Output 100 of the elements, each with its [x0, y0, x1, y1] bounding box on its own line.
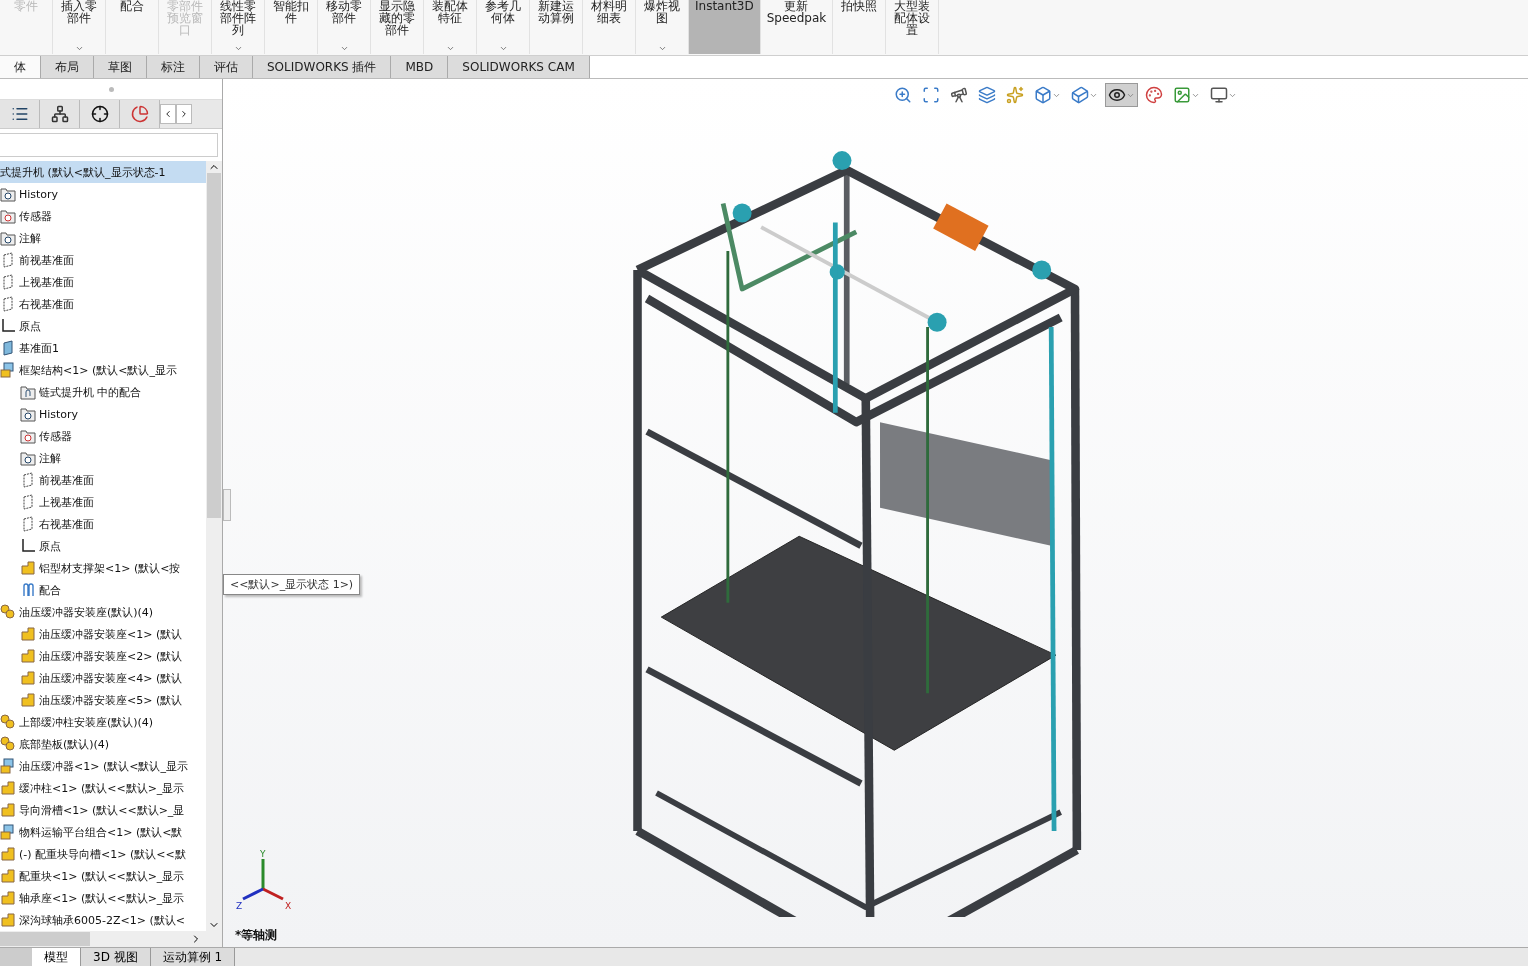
horizontal-scrollbar[interactable]: [0, 931, 222, 947]
tree-item[interactable]: 配合: [39, 582, 61, 598]
configuration-tab[interactable]: [80, 100, 120, 128]
crosshair-icon: [90, 105, 109, 123]
ribbon-button[interactable]: 拍快照: [833, 0, 887, 54]
tree-item[interactable]: 基准面1: [19, 340, 59, 356]
tree-item[interactable]: 深沟球轴承6005-2Z<1> (默认<: [19, 912, 185, 928]
tree-item[interactable]: History: [39, 407, 79, 421]
part-icon: [20, 626, 36, 642]
tree-item[interactable]: 上视基准面: [19, 274, 74, 290]
tree-item[interactable]: 右视基准面: [19, 296, 74, 312]
tree-item[interactable]: 铝型材支撑架<1> (默认<按: [39, 560, 181, 576]
ribbon-button[interactable]: 更新 Speedpak: [760, 0, 834, 54]
tree-item[interactable]: 注解: [39, 450, 61, 466]
ribbon-tab[interactable]: MBD: [391, 56, 449, 78]
monitor-icon: [1210, 86, 1228, 104]
tree-item[interactable]: 油压缓冲器<1> (默认<默认_显示: [19, 758, 188, 774]
ribbon-tab[interactable]: SOLIDWORKS 插件: [253, 56, 392, 78]
tree-item[interactable]: 前视基准面: [39, 472, 94, 488]
ribbon-tab[interactable]: 草图: [94, 56, 147, 78]
bottom-tab[interactable]: 3D 视图: [81, 948, 151, 966]
tree-item[interactable]: 物料运输平台组合<1> (默认<默: [19, 824, 183, 840]
tree-item[interactable]: 轴承座<1> (默认<<默认>_显示: [19, 890, 185, 906]
tree-item[interactable]: 油压缓冲器安装座<4> (默认: [39, 670, 183, 686]
view-orientation-icon: [1034, 86, 1052, 104]
ribbon-button[interactable]: 材料明细表: [583, 0, 636, 54]
ribbon-tab[interactable]: 标注: [147, 56, 200, 78]
tree-item[interactable]: 油压缓冲器安装座<5> (默认: [39, 692, 183, 708]
display-style-icon: [1071, 86, 1089, 104]
bottom-tab[interactable]: 模型: [32, 948, 81, 966]
tree-item[interactable]: 右视基准面: [39, 516, 94, 532]
tree-item[interactable]: 前视基准面: [19, 252, 74, 268]
zoom-area-icon: [922, 86, 940, 104]
ribbon-button[interactable]: 装配体特征: [424, 0, 477, 54]
ribbon-tab[interactable]: SOLIDWORKS CAM: [448, 56, 590, 78]
appearance-tab[interactable]: [120, 100, 160, 128]
ribbon-button[interactable]: 显示隐藏的零部件: [371, 0, 424, 54]
part-icon: [0, 890, 16, 906]
ribbon-button[interactable]: 大型装配体设置: [886, 0, 940, 54]
assembly-icon: [0, 824, 16, 840]
origin-icon: [20, 538, 36, 554]
tree-item[interactable]: 框架结构<1> (默认<默认_显示: [19, 362, 177, 378]
tree-item[interactable]: 注解: [19, 230, 41, 246]
tree-item[interactable]: 原点: [19, 318, 41, 334]
tree-item[interactable]: 油压缓冲器安装座(默认)(4): [19, 604, 154, 620]
ribbon-button[interactable]: 插入零部件: [53, 0, 106, 54]
grip-icon[interactable]: [108, 86, 114, 92]
tree-item[interactable]: 油压缓冲器安装座<2> (默认: [39, 648, 183, 664]
feature-tree-tab[interactable]: [0, 100, 40, 128]
caret-icon: [445, 44, 455, 53]
ribbon-button[interactable]: 新建运动算例: [530, 0, 583, 54]
splitter-handle[interactable]: [223, 489, 231, 521]
view-label: *等轴测: [235, 927, 278, 944]
tree-item[interactable]: 油压缓冲器安装座<1> (默认: [39, 626, 183, 642]
tree-item[interactable]: 底部垫板(默认)(4): [19, 736, 110, 752]
filter-field[interactable]: [0, 133, 218, 157]
tree-item[interactable]: 导向滑槽<1> (默认<<默认>_显: [19, 802, 185, 818]
tree-item[interactable]: 上视基准面: [39, 494, 94, 510]
tree-item[interactable]: 上部缓冲柱安装座(默认)(4): [19, 714, 154, 730]
ribbon-button[interactable]: 智能扣件: [265, 0, 318, 54]
part-icon: [20, 560, 36, 576]
pie-icon: [130, 105, 149, 123]
caret-icon: [233, 44, 243, 53]
tree-item[interactable]: 传感器: [19, 208, 52, 224]
telescope-icon: [950, 86, 968, 104]
caret-icon: [74, 44, 84, 53]
ribbon-tab[interactable]: 评估: [200, 56, 253, 78]
tree-item[interactable]: 配重块<1> (默认<<默认>_显示: [19, 868, 185, 884]
hierarchy-icon: [50, 105, 69, 123]
tree-item[interactable]: 缓冲柱<1> (默认<<默认>_显示: [19, 780, 185, 796]
ribbon-button[interactable]: 线性零部件阵列: [212, 0, 265, 54]
axis-label: Y: [260, 849, 266, 859]
scroll-right-button[interactable]: [176, 104, 192, 124]
zoom-to-fit-icon: [894, 86, 912, 104]
bottom-tab[interactable]: 运动算例 1: [150, 948, 236, 966]
plane-icon: [20, 472, 36, 488]
part-icon: [0, 868, 16, 884]
part-icon: [0, 912, 16, 928]
property-tab[interactable]: [40, 100, 80, 128]
tree-item[interactable]: 链式提升机 中的配合: [39, 384, 142, 400]
ribbon-button[interactable]: 移动零部件: [318, 0, 371, 54]
part-icon: [0, 802, 16, 818]
ribbon-tab[interactable]: 体: [0, 56, 41, 78]
tree-item[interactable]: (-) 配重块导向槽<1> (默认<<默: [19, 846, 186, 862]
ribbon-button[interactable]: 参考几何体: [477, 0, 530, 54]
ribbon-button[interactable]: Instant3D: [689, 0, 761, 54]
tree-item[interactable]: 原点: [39, 538, 61, 554]
plane-icon: [0, 274, 16, 290]
tree-item[interactable]: 传感器: [39, 428, 72, 444]
assembly-icon: [0, 362, 16, 378]
vertical-scrollbar[interactable]: [206, 161, 222, 931]
mates-folder-icon: [20, 384, 36, 400]
plane-icon: [0, 252, 16, 268]
folder-icon: [20, 450, 36, 466]
ribbon-tab[interactable]: 布局: [41, 56, 94, 78]
eye-button[interactable]: [1105, 83, 1138, 107]
ribbon-button[interactable]: 配合: [106, 0, 159, 54]
tree-item[interactable]: History: [19, 187, 59, 201]
folder-icon: [20, 428, 36, 444]
axis-triad-icon: [242, 859, 284, 901]
